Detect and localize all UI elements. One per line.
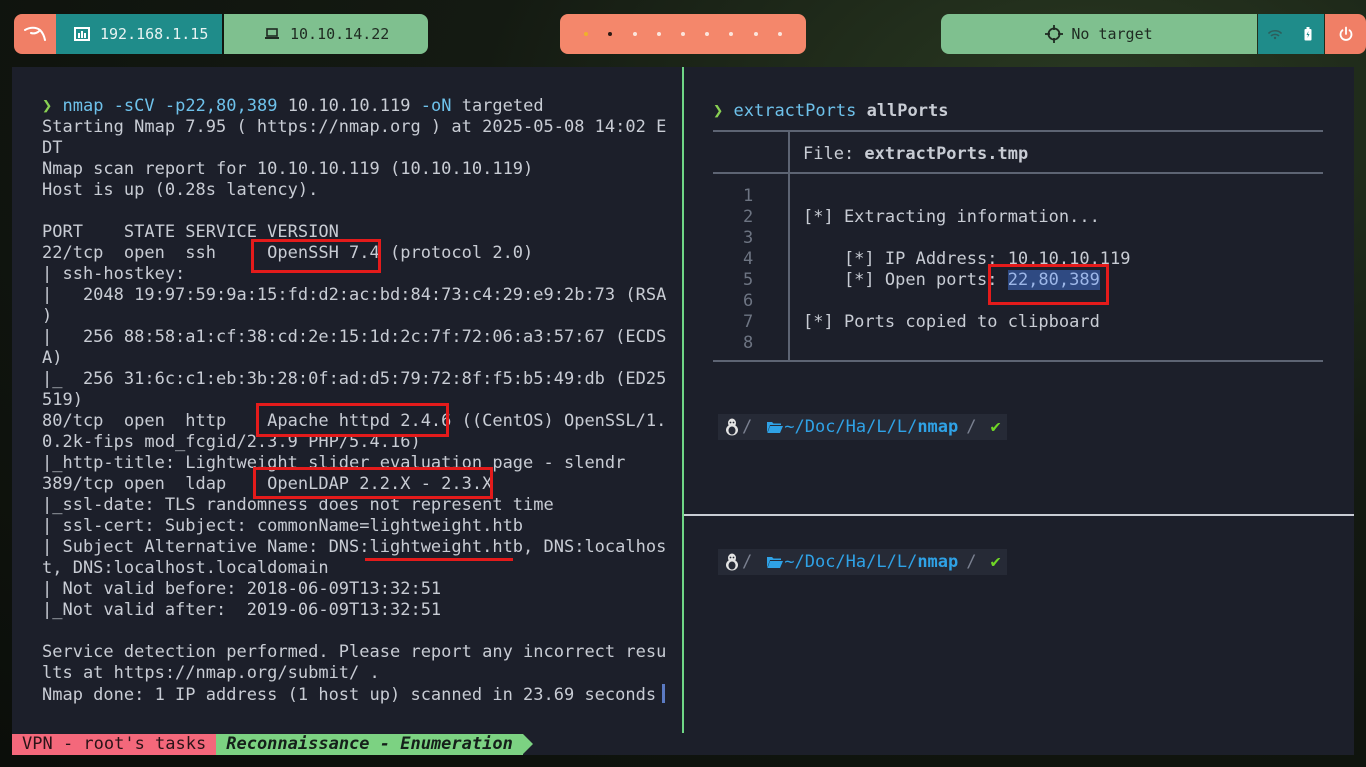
wifi-indicator[interactable]: [1258, 14, 1291, 54]
vpn-ip-widget: 10.10.14.22: [224, 14, 428, 54]
crosshair-icon: [1045, 25, 1064, 43]
prompt-separator: /: [742, 552, 753, 572]
linux-tux-icon: [726, 553, 738, 571]
status-arrow: [522, 734, 533, 754]
highlight-open-ports: [988, 264, 1109, 305]
command-args: -sCV -p22,80,389: [103, 96, 278, 116]
underline-lightweight-htb: [365, 558, 513, 561]
prompt-path-last: nmap: [917, 417, 959, 437]
highlight-apache: [256, 403, 449, 437]
prompt-separator: /: [966, 552, 977, 572]
kali-dragon-icon: [24, 26, 46, 41]
workspace-dot[interactable]: [705, 32, 710, 36]
power-button[interactable]: [1325, 14, 1366, 54]
target-text: No target: [1071, 25, 1153, 43]
bat-bottom-border: [713, 360, 1323, 362]
prompt-arrow: ❯: [42, 96, 53, 116]
prompt-status-check: ✔: [984, 414, 1007, 440]
bat-gutter-line: [788, 130, 790, 362]
prompt-os-segment: /: [718, 414, 761, 440]
file-line: [*] Open ports:: [803, 270, 1008, 290]
local-ip-text: 192.168.1.15: [100, 25, 209, 43]
prompt-path-prefix: ~/Doc/Ha/L/L/: [784, 417, 918, 437]
network-card-icon: [74, 27, 90, 41]
bat-line-numbers: 1 2 3 4 5 6 7 8: [743, 186, 754, 353]
workspace-dot-active[interactable]: [608, 32, 613, 36]
command-name: extractPorts: [733, 101, 857, 121]
workspace-dot[interactable]: [584, 32, 589, 36]
command-flag: -oN: [410, 96, 452, 116]
prompt-status-check: ✔: [984, 549, 1007, 575]
linux-tux-icon: [726, 418, 738, 436]
workspace-switcher[interactable]: [560, 14, 806, 54]
pane-divider-vertical[interactable]: [682, 67, 684, 733]
prompt-path-segment: ~/Doc/Ha/L/L/nmap /: [760, 414, 985, 440]
prompt-separator: /: [966, 417, 977, 437]
command-name: nmap: [62, 96, 104, 116]
file-line: [*] Ports copied to clipboard: [803, 312, 1100, 332]
right-pane-command: ❯ extractPorts allPorts: [713, 101, 948, 122]
highlight-openssh: [251, 239, 381, 273]
pane-divider-horizontal[interactable]: [684, 514, 1354, 516]
workspace-dot[interactable]: [777, 32, 782, 36]
workspace-dot[interactable]: [729, 32, 734, 36]
tmux-session-name[interactable]: VPN - root's tasks: [12, 734, 217, 755]
vpn-ip-text: 10.10.14.22: [290, 25, 390, 43]
prompt-separator: /: [742, 417, 753, 437]
prompt-path-last: nmap: [917, 552, 959, 572]
file-label: File:: [803, 144, 865, 164]
folder-open-icon: [767, 422, 784, 433]
command-arg: allPorts: [866, 101, 949, 121]
bat-file-content[interactable]: [*] Extracting information... [*] IP Add…: [803, 186, 1131, 333]
prompt-path-prefix: ~/Doc/Ha/L/L/: [784, 552, 918, 572]
workspace-dot[interactable]: [680, 32, 685, 36]
command-file: targeted: [451, 96, 544, 116]
zsh-prompt-top[interactable]: / ~/Doc/Ha/L/L/nmap / ✔: [718, 414, 1007, 440]
folder-open-icon: [767, 557, 784, 568]
bat-file-header: File: extractPorts.tmp: [803, 144, 1028, 165]
command-target: 10.10.10.119: [277, 96, 411, 116]
workspace-dot[interactable]: [632, 32, 637, 36]
laptop-icon: [265, 28, 279, 39]
zsh-prompt-bottom[interactable]: / ~/Doc/Ha/L/L/nmap / ✔: [718, 549, 1007, 575]
wifi-icon: [1267, 29, 1282, 40]
cursor: [662, 684, 666, 703]
power-icon: [1339, 26, 1352, 41]
file-name: extractPorts.tmp: [864, 144, 1029, 164]
battery-icon: [1304, 27, 1311, 41]
prompt-path-segment: ~/Doc/Ha/L/L/nmap /: [760, 549, 985, 575]
bat-header-border: [713, 172, 1323, 174]
bat-top-border: [713, 130, 1323, 132]
prompt-os-segment: /: [718, 549, 761, 575]
target-widget[interactable]: No target: [941, 14, 1257, 54]
workspace-dot[interactable]: [753, 32, 758, 36]
local-ip-widget: 192.168.1.15: [56, 14, 222, 54]
tmux-window-name[interactable]: Reconnaissance - Enumeration: [216, 734, 523, 755]
battery-indicator[interactable]: [1291, 14, 1324, 54]
tmux-status-bar: VPN - root's tasks Reconnaissance - Enum…: [12, 734, 533, 755]
highlight-openldap: [253, 467, 493, 499]
workspace-dot[interactable]: [656, 32, 661, 36]
prompt-arrow: ❯: [713, 101, 724, 121]
terminal-window[interactable]: ❯ nmap -sCV -p22,80,389 10.10.10.119 -oN…: [12, 67, 1354, 755]
distro-logo-button[interactable]: [14, 14, 56, 54]
file-line: [*] Extracting information...: [803, 207, 1100, 227]
left-pane-output[interactable]: ❯ nmap -sCV -p22,80,389 10.10.10.119 -oN…: [42, 96, 666, 706]
